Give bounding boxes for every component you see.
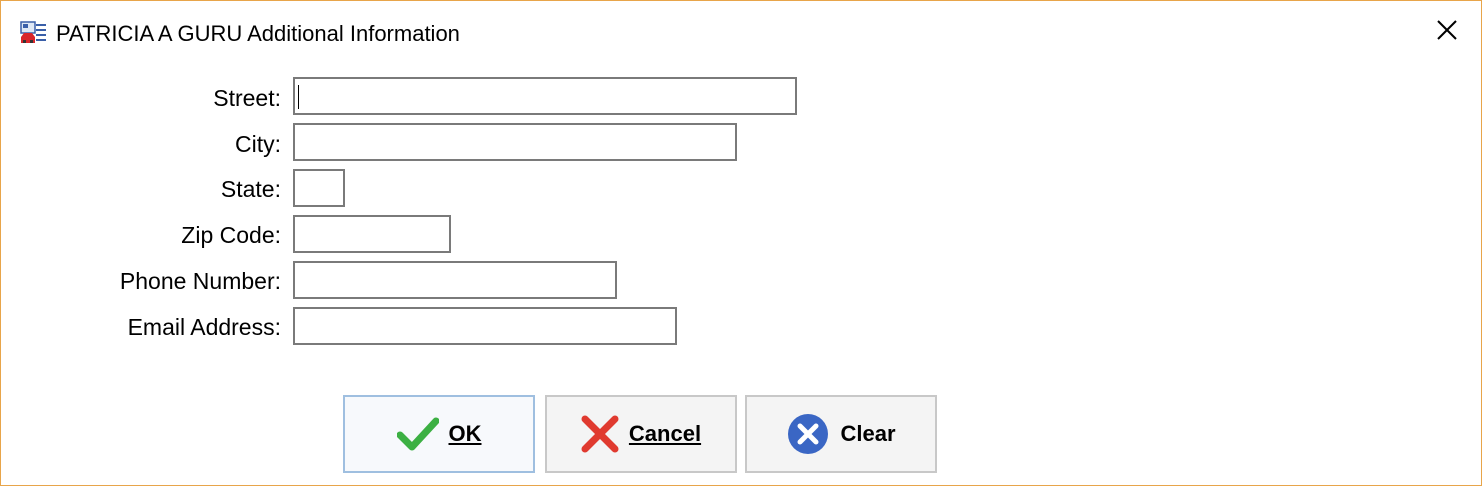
email-address-label: Email Address:	[127, 314, 281, 340]
email-address-input[interactable]	[293, 307, 677, 345]
ok-button-label: OK	[448, 421, 482, 446]
clear-button-label: Clear	[840, 421, 896, 446]
window-title: PATRICIA A GURU Additional Information	[56, 21, 460, 46]
x-mark-icon	[581, 415, 619, 453]
close-icon	[1436, 19, 1458, 46]
contact-card-icon	[20, 21, 48, 45]
street-label: Street:	[213, 85, 281, 111]
city-input[interactable]	[293, 123, 737, 161]
clear-circle-icon	[786, 412, 830, 456]
text-cursor	[298, 85, 299, 109]
state-label: State:	[220, 176, 281, 202]
close-button[interactable]	[1421, 7, 1473, 57]
dialog-window: PATRICIA A GURU Additional Information S…	[0, 0, 1482, 486]
checkmark-icon	[396, 417, 439, 451]
zip-code-label: Zip Code:	[181, 222, 281, 248]
clear-button[interactable]: Clear	[745, 395, 937, 473]
phone-number-label: Phone Number:	[119, 268, 281, 294]
zip-code-input[interactable]	[293, 215, 451, 253]
phone-number-input[interactable]	[293, 261, 617, 299]
cancel-button-label: Cancel	[628, 421, 702, 446]
cancel-button[interactable]: Cancel	[545, 395, 737, 473]
street-input[interactable]	[293, 77, 797, 115]
ok-button[interactable]: OK	[343, 395, 535, 473]
title-bar: PATRICIA A GURU Additional Information	[1, 1, 1481, 65]
state-input[interactable]	[293, 169, 345, 207]
city-label: City:	[235, 131, 281, 157]
